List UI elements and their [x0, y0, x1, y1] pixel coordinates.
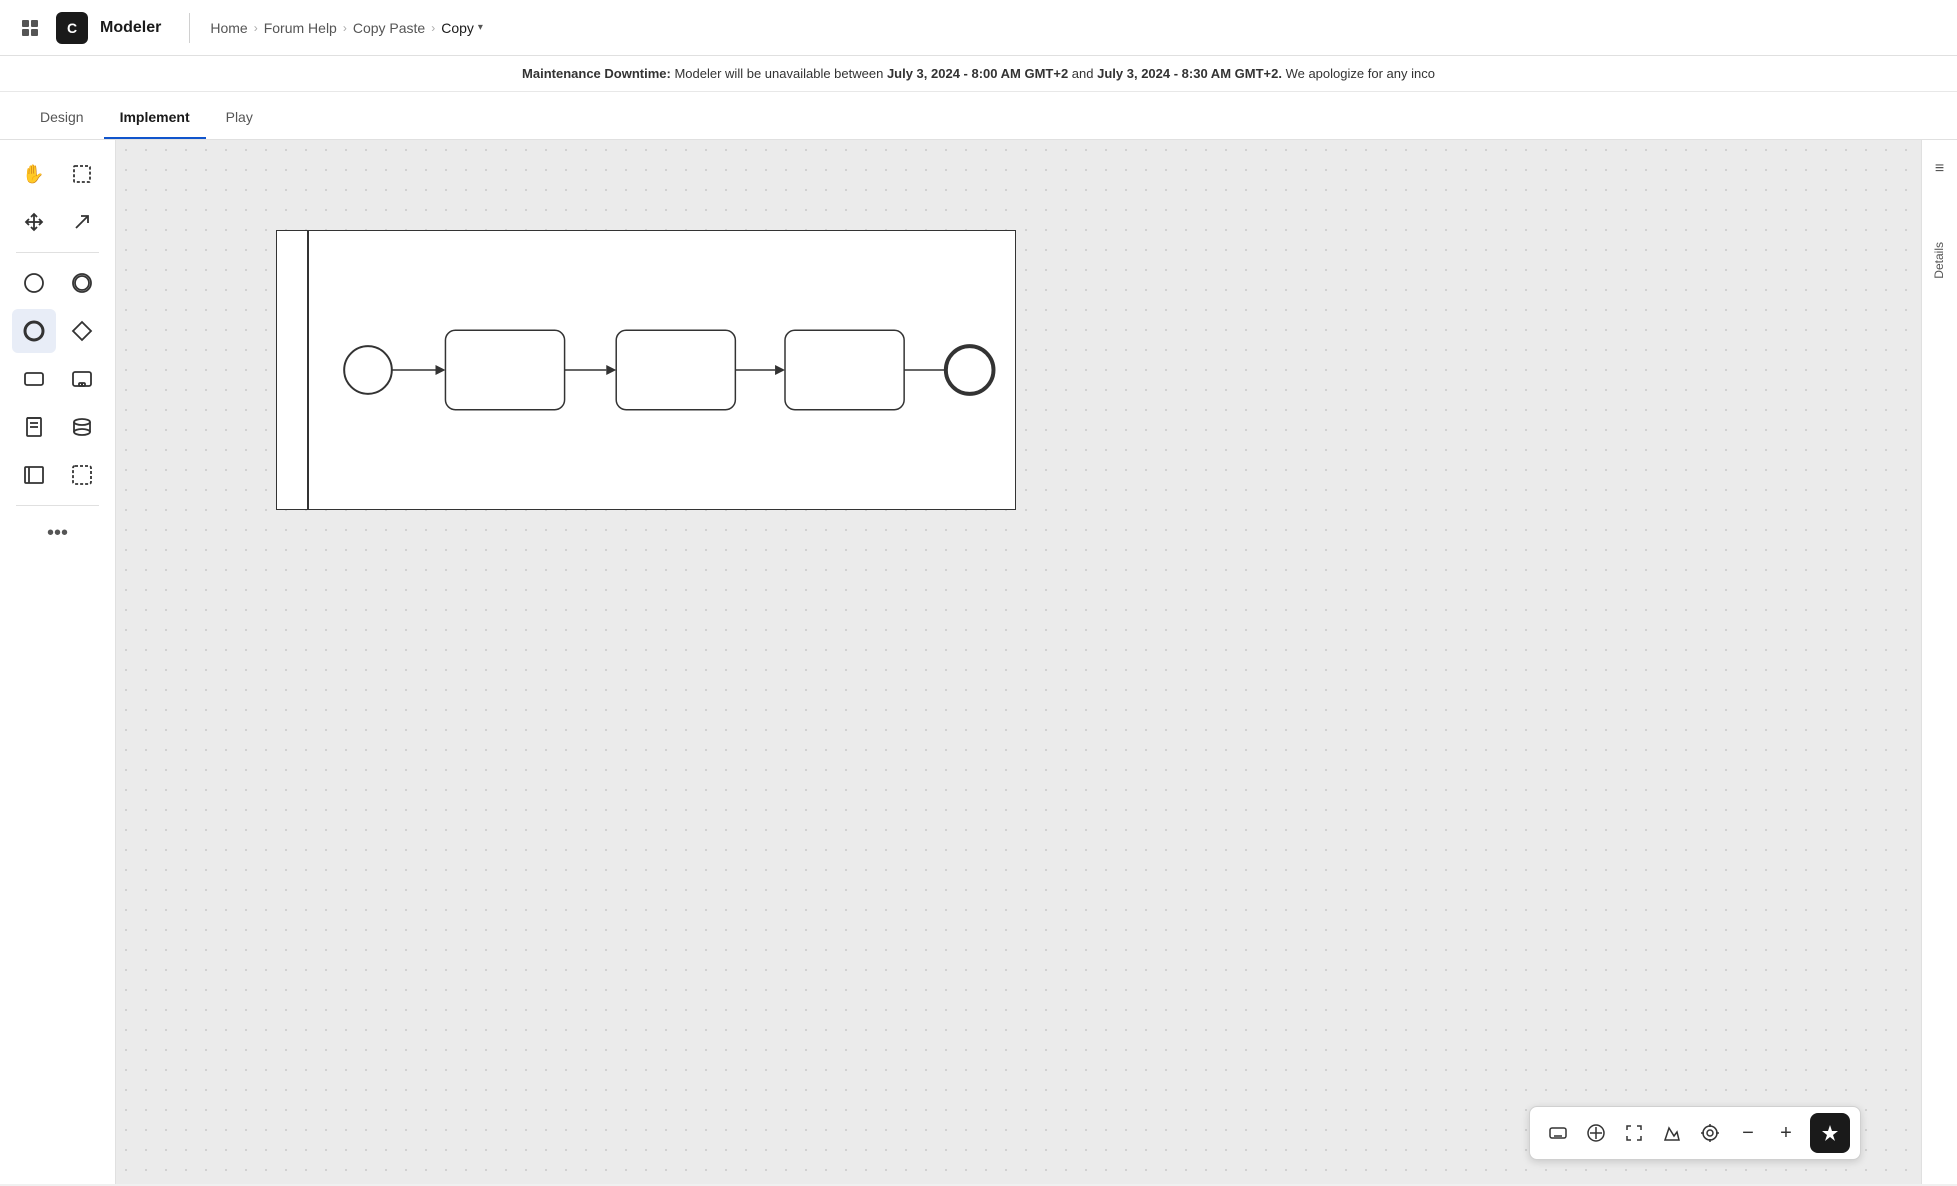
connect-button[interactable]: [1578, 1115, 1614, 1151]
breadcrumb-forum-help[interactable]: Forum Help: [264, 20, 337, 36]
arrow-tool-button[interactable]: [60, 200, 104, 244]
bpmn-svg: [277, 231, 1015, 509]
tool-row-3: [8, 261, 107, 305]
app-grid-button[interactable]: [16, 14, 44, 42]
intermediate-event-button[interactable]: [60, 261, 104, 305]
nav-divider: [189, 13, 190, 43]
topbar: C Modeler Home › Forum Help › Copy Paste…: [0, 0, 1957, 56]
annotation-button[interactable]: [12, 405, 56, 449]
canvas-area[interactable]: − +: [116, 140, 1921, 1184]
gateway-button[interactable]: [60, 309, 104, 353]
tool-row-2: [8, 200, 107, 244]
zoom-in-button[interactable]: +: [1768, 1115, 1804, 1151]
pool-button[interactable]: [12, 453, 56, 497]
move-tool-button[interactable]: [12, 200, 56, 244]
hand-tool-button[interactable]: ✋: [12, 152, 56, 196]
more-tools-button[interactable]: •••: [8, 514, 107, 553]
tab-design[interactable]: Design: [24, 109, 100, 139]
breadcrumb-current[interactable]: Copy ▾: [441, 20, 483, 36]
tool-row-1: ✋: [8, 152, 107, 196]
ai-assistant-button[interactable]: [1810, 1113, 1850, 1153]
breadcrumb-sep-1: ›: [254, 21, 258, 35]
tool-separator-1: [16, 252, 99, 253]
center-button[interactable]: [1692, 1115, 1728, 1151]
end-event-button[interactable]: [12, 309, 56, 353]
main-area: ✋: [0, 140, 1957, 1184]
tabs-bar: Design Implement Play: [0, 92, 1957, 140]
chevron-down-icon: ▾: [478, 22, 483, 33]
left-toolbar: ✋: [0, 140, 116, 1184]
breadcrumb-sep-2: ›: [343, 21, 347, 35]
bpmn-pool: [276, 230, 1016, 510]
tool-row-4: [8, 309, 107, 353]
fullscreen-button[interactable]: [1616, 1115, 1652, 1151]
tool-row-5: [8, 357, 107, 401]
logo-badge: C: [56, 12, 88, 44]
bottom-toolbar: − +: [1529, 1106, 1861, 1160]
tool-row-6: [8, 405, 107, 449]
details-tab-button[interactable]: Details: [1924, 226, 1956, 295]
tab-play[interactable]: Play: [210, 109, 269, 139]
bpmn-diagram-container: [276, 230, 1016, 510]
breadcrumb-sep-3: ›: [431, 21, 435, 35]
app-name: Modeler: [100, 19, 161, 37]
tool-separator-2: [16, 505, 99, 506]
start-event-button[interactable]: [12, 261, 56, 305]
breadcrumb-copy-paste[interactable]: Copy Paste: [353, 20, 425, 36]
maintenance-banner: Maintenance Downtime: Modeler will be un…: [0, 56, 1957, 92]
subprocess-button[interactable]: [60, 357, 104, 401]
minimap-button[interactable]: [1654, 1115, 1690, 1151]
keyboard-shortcut-button[interactable]: [1540, 1115, 1576, 1151]
right-sidebar: ≡ Details: [1921, 140, 1957, 1184]
zoom-out-button[interactable]: −: [1730, 1115, 1766, 1151]
group-button[interactable]: [60, 453, 104, 497]
breadcrumb: Home › Forum Help › Copy Paste › Copy ▾: [210, 20, 483, 36]
sidebar-menu-icon[interactable]: ≡: [1927, 152, 1952, 186]
select-tool-button[interactable]: [60, 152, 104, 196]
breadcrumb-home[interactable]: Home: [210, 20, 247, 36]
tool-row-7: [8, 453, 107, 497]
tab-implement[interactable]: Implement: [104, 109, 206, 139]
task-button[interactable]: [12, 357, 56, 401]
data-store-button[interactable]: [60, 405, 104, 449]
